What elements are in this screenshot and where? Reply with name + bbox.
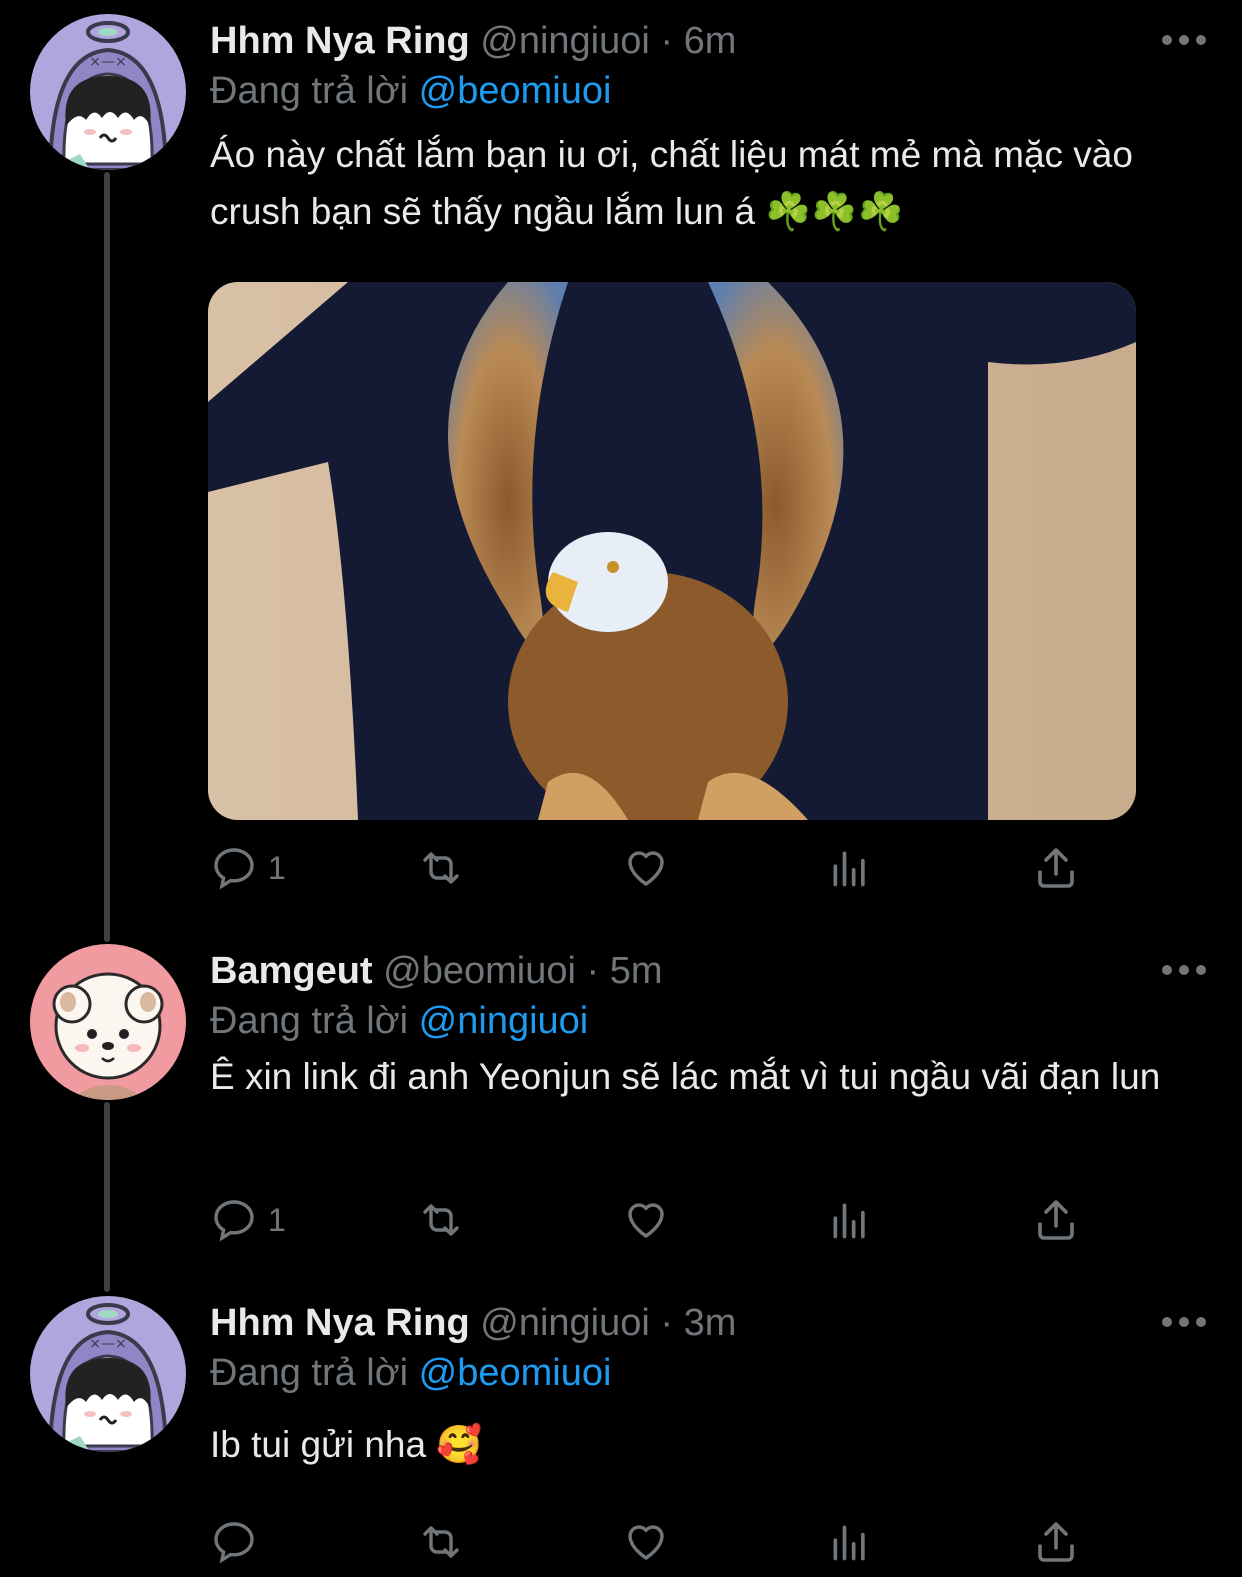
more-icon[interactable] <box>1162 1312 1206 1332</box>
tweet-text: Ib tui gửi nha 🥰 <box>210 1424 483 1465</box>
like-button[interactable] <box>622 840 670 896</box>
retweet-button[interactable] <box>415 840 467 896</box>
views-icon <box>833 1525 865 1561</box>
replying-to: Đang trả lời @beomiuoi <box>210 1348 1202 1398</box>
tweet-header: Bamgeut @beomiuoi · 5m <box>210 946 1202 996</box>
reply-mention[interactable]: @ningiuoi <box>419 1000 589 1042</box>
reply-button[interactable]: 1 <box>210 840 286 896</box>
like-button[interactable] <box>622 1514 670 1570</box>
tweet-text: Áo này chất lắm bạn iu ơi, chất liệu mát… <box>210 134 1133 232</box>
more-icon[interactable] <box>1162 30 1206 50</box>
retweet-button[interactable] <box>415 1192 467 1248</box>
like-icon <box>628 1525 664 1560</box>
separator: · <box>660 1302 674 1344</box>
tweet-header: Hhm Nya Ring @ningiuoi · 6m <box>210 16 1202 66</box>
handle[interactable]: @beomiuoi <box>383 950 576 992</box>
svg-text:×—×: ×—× <box>89 1336 126 1352</box>
handle[interactable]: @ningiuoi <box>480 1302 650 1344</box>
timestamp[interactable]: 3m <box>684 1302 737 1344</box>
separator: · <box>660 20 674 62</box>
like-icon <box>628 1203 664 1238</box>
share-button[interactable] <box>1032 1192 1080 1248</box>
tweet-actions <box>210 1514 1080 1570</box>
hooded-character-avatar-icon: ×—× <box>30 14 186 170</box>
eagle-tshirt-photo <box>208 282 1136 820</box>
reply-prefix: Đang trả lời <box>210 70 409 112</box>
like-icon <box>628 851 664 886</box>
tweet-media[interactable] <box>208 282 1136 820</box>
retweet-button[interactable] <box>415 1514 467 1570</box>
views-button[interactable] <box>828 1514 872 1570</box>
retweet-icon <box>423 852 459 884</box>
handle[interactable]: @ningiuoi <box>480 20 650 62</box>
views-icon <box>833 1203 865 1239</box>
share-icon <box>1038 848 1074 888</box>
avatar[interactable] <box>30 944 186 1100</box>
svg-text:×—×: ×—× <box>89 54 126 70</box>
tweet-text: Ê xin link đi anh Yeonjun sẽ lác mắt vì … <box>210 1056 1161 1097</box>
reply-mention[interactable]: @beomiuoi <box>419 1352 612 1394</box>
like-button[interactable] <box>622 1192 670 1248</box>
avatar[interactable]: ×—× <box>30 14 186 170</box>
share-icon <box>1038 1522 1074 1562</box>
hooded-character-avatar-icon: ×—× <box>30 1296 186 1452</box>
tweet[interactable]: ×—× Hhm Nya Ring @ningiuoi · 3m Đang trả… <box>0 1282 1242 1577</box>
reply-icon <box>214 848 254 890</box>
share-button[interactable] <box>1032 1514 1080 1570</box>
reply-button[interactable]: 1 <box>210 1192 286 1248</box>
replying-to: Đang trả lời @ningiuoi <box>210 996 1202 1046</box>
views-button[interactable] <box>828 840 872 896</box>
views-button[interactable] <box>828 1192 872 1248</box>
timestamp[interactable]: 6m <box>684 20 737 62</box>
reply-icon <box>214 1522 254 1564</box>
puppy-character-avatar-icon <box>30 944 186 1100</box>
display-name[interactable]: Hhm Nya Ring <box>210 20 470 62</box>
tweet-actions: 1 <box>210 840 1080 896</box>
display-name[interactable]: Hhm Nya Ring <box>210 1302 470 1344</box>
retweet-icon <box>423 1526 459 1558</box>
tweet[interactable]: Bamgeut @beomiuoi · 5m Đang trả lời @nin… <box>0 930 1242 1280</box>
more-icon[interactable] <box>1162 960 1206 980</box>
views-icon <box>833 851 865 887</box>
retweet-icon <box>423 1204 459 1236</box>
reply-prefix: Đang trả lời <box>210 1000 409 1042</box>
reply-count: 1 <box>268 849 286 886</box>
tweet-actions: 1 <box>210 1192 1080 1248</box>
reply-count: 1 <box>268 1201 286 1238</box>
reply-button[interactable] <box>210 1514 268 1570</box>
separator: · <box>586 950 600 992</box>
display-name[interactable]: Bamgeut <box>210 950 373 992</box>
share-button[interactable] <box>1032 840 1080 896</box>
timestamp[interactable]: 5m <box>610 950 663 992</box>
share-icon <box>1038 1200 1074 1240</box>
tweet[interactable]: ×—× Hhm Nya Ring @ningiuoi · 6m Đang trả… <box>0 0 1242 930</box>
reply-prefix: Đang trả lời <box>210 1352 409 1394</box>
tweet-header: Hhm Nya Ring @ningiuoi · 3m <box>210 1298 1202 1348</box>
reply-icon <box>214 1200 254 1242</box>
reply-mention[interactable]: @beomiuoi <box>419 70 612 112</box>
avatar[interactable]: ×—× <box>30 1296 186 1452</box>
replying-to: Đang trả lời @beomiuoi <box>210 66 1202 116</box>
